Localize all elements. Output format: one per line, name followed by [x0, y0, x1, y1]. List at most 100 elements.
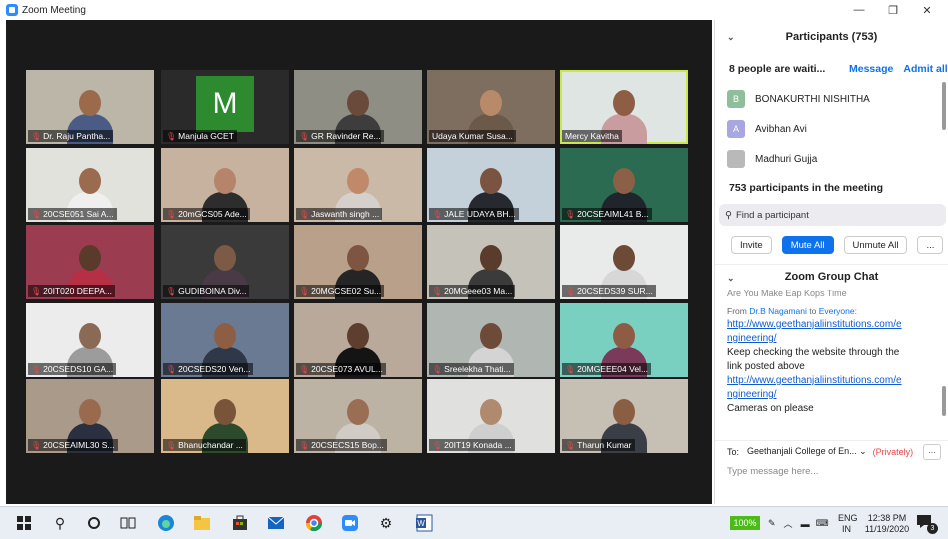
video-tile[interactable]: 🎙︎ 20CSEAIML30 S... — [26, 379, 154, 453]
windows-icon[interactable] — [14, 513, 34, 533]
taskbar: ⚲ ⚙ W 100% ✎ ︿ ▬ ⌨ ENG IN 12:38 PM 11/19… — [0, 506, 948, 539]
more-options-button[interactable]: ... — [917, 236, 944, 254]
participant-name: 20MGCSE02 Su... — [311, 286, 382, 296]
muted-mic-icon: 🎙︎ — [299, 209, 310, 219]
video-tile[interactable]: 🎙︎ 20mGCS05 Ade... — [161, 148, 289, 222]
video-tile[interactable]: 🎙︎ 20CSE073 AVUL... — [294, 303, 422, 377]
recipient-select[interactable]: Geethanjali College of En... ⌄ — [747, 446, 867, 457]
video-tile[interactable]: M 🎙︎ Manjula GCET — [161, 70, 289, 144]
video-tile[interactable]: 🎙︎ 20MGEEE04 Vel... — [560, 303, 688, 377]
pen-icon[interactable]: ✎ — [768, 518, 776, 529]
video-tile[interactable]: 🎙︎ 20MGeee03 Ma... — [427, 225, 555, 299]
minimize-button[interactable]: — — [842, 0, 876, 20]
participant-name: 20CSE051 Sai A... — [43, 209, 114, 219]
task-view-icon[interactable] — [118, 513, 138, 533]
video-tile[interactable]: 🎙︎ 20CSEDS10 GA... — [26, 303, 154, 377]
keyboard-icon[interactable]: ⌨ — [816, 518, 829, 529]
video-tile[interactable]: 🎙︎ 20CSE051 Sai A... — [26, 148, 154, 222]
file-explorer-icon[interactable] — [192, 513, 212, 533]
unmute-all-button[interactable]: Unmute All — [843, 236, 908, 254]
chevron-down-icon[interactable]: ⌄ — [727, 273, 735, 284]
participant-name-label: 🎙︎ JALE UDAYA BH... — [429, 208, 519, 220]
language-indicator[interactable]: ENG IN — [838, 507, 858, 539]
muted-mic-icon: 🎙︎ — [565, 440, 576, 450]
chat-more-button[interactable]: ··· — [923, 444, 941, 460]
video-tile[interactable]: 🎙︎ 20CSEAIML41 B... — [560, 148, 688, 222]
video-tile[interactable]: 🎙︎ Jaswanth singh ... — [294, 148, 422, 222]
video-tile[interactable]: 🎙︎ Tharun Kumar — [560, 379, 688, 453]
invite-button[interactable]: Invite — [731, 236, 772, 254]
video-tile[interactable]: 🎙︎ GR Ravinder Re... — [294, 70, 422, 144]
participant-name-label: 🎙︎ GR Ravinder Re... — [296, 130, 384, 142]
word-icon[interactable]: W — [414, 513, 434, 533]
chat-recipient[interactable]: Everyone — [819, 306, 855, 316]
video-tile[interactable]: 🎙︎ 20IT020 DEEPA... — [26, 225, 154, 299]
notification-center-icon[interactable]: 3 — [916, 514, 938, 534]
mail-icon[interactable] — [266, 513, 286, 533]
video-tile[interactable]: 🎙︎ GUDIBOINA Div... — [161, 225, 289, 299]
waiting-list: B BONAKURTHI NISHITHA A Avibhan Avi Madhuri … — [715, 84, 948, 174]
video-tile[interactable]: Udaya Kumar Susa... — [427, 70, 555, 144]
edge-icon[interactable] — [156, 513, 176, 533]
restore-button[interactable]: ❐ — [876, 0, 910, 20]
video-tile[interactable]: 🎙︎ 20CSEDS39 SUR... — [560, 225, 688, 299]
chat-recipient-bar: To: Geethanjali College of En... ⌄ (Priv… — [715, 440, 948, 462]
video-tile[interactable]: 🎙︎ JALE UDAYA BH... — [427, 148, 555, 222]
store-icon[interactable] — [230, 513, 250, 533]
participant-name: 20MGEEE04 Vel... — [577, 364, 649, 374]
waiting-participant-row[interactable]: B BONAKURTHI NISHITHA — [715, 84, 948, 114]
participant-count: 753 participants in the meeting — [729, 182, 884, 194]
chat-link-1a[interactable]: http://www.geethanjaliinstitutions.com/e — [727, 318, 934, 332]
video-tile[interactable]: 🎙︎ Bhanuchandar ... — [161, 379, 289, 453]
participants-title: Participants (753) — [785, 31, 878, 43]
chat-message-input[interactable]: Type message here... — [727, 466, 818, 477]
clock-date: 11/19/2020 — [864, 523, 910, 534]
settings-icon[interactable]: ⚙ — [376, 513, 396, 533]
privately-label: (Privately) — [872, 446, 914, 457]
waiting-participant-row[interactable]: A Avibhan Avi — [715, 114, 948, 144]
muted-mic-icon: 🎙︎ — [565, 286, 576, 296]
chrome-icon[interactable] — [304, 513, 324, 533]
clock[interactable]: 12:38 PM 11/19/2020 — [862, 507, 912, 539]
waiting-participant-row[interactable]: Madhuri Gujja — [715, 144, 948, 174]
zoom-icon[interactable] — [340, 513, 360, 533]
close-button[interactable]: ✕ — [910, 0, 944, 20]
chevron-up-icon[interactable]: ︿ — [784, 517, 793, 530]
participant-name: Bhanuchandar ... — [178, 440, 243, 450]
chat-link-2b[interactable]: ngineering/ — [727, 388, 934, 402]
video-tile[interactable]: 🎙︎ Dr. Raju Panthа... — [26, 70, 154, 144]
participant-search-input[interactable]: ⚲ Find a participant — [719, 204, 946, 226]
language-code: ENG — [838, 512, 858, 523]
video-tile[interactable]: 🎙︎ 20IT19 Konada ... — [427, 379, 555, 453]
participant-name: GUDIBOINA Div... — [178, 286, 247, 296]
admit-all-link[interactable]: Admit all — [903, 63, 947, 75]
battery-indicator[interactable]: 100% — [730, 516, 760, 530]
chat-sender[interactable]: Dr.B Nagamani — [749, 306, 807, 316]
side-panel: ⌄ Participants (753) 8 people are waiti.… — [714, 20, 948, 504]
cortana-icon[interactable] — [84, 513, 104, 533]
participant-name-label: 🎙︎ 20CSEAIML30 S... — [28, 439, 118, 451]
network-icon[interactable]: ▬ — [801, 519, 810, 529]
participant-name-label: 🎙︎ Bhanuchandar ... — [163, 439, 246, 451]
message-link[interactable]: Message — [849, 63, 893, 75]
chat-link-1b[interactable]: ngineering/ — [727, 332, 934, 346]
video-tile[interactable]: 🎙︎ 20CSEDS20 Ven... — [161, 303, 289, 377]
participant-name-label: Udaya Kumar Susa... — [429, 130, 516, 142]
participants-scrollbar[interactable] — [942, 82, 946, 130]
zoom-window: Zoom Meeting — ❐ ✕ 🎙︎ Dr. Raju Panthа... M… — [0, 0, 948, 539]
participant-name: Sreelekha Thati... — [444, 364, 511, 374]
chat-scrollbar[interactable] — [942, 290, 946, 418]
video-tile[interactable]: 🎙︎ 20MGCSE02 Su... — [294, 225, 422, 299]
search-icon[interactable]: ⚲ — [50, 513, 70, 533]
chat-link-2a[interactable]: http://www.geethanjaliinstitutions.com/e — [727, 374, 934, 388]
video-tile[interactable]: 🎙︎ 20CSECS15 Bop... — [294, 379, 422, 453]
participant-name: 20CSEDS10 GA... — [43, 364, 114, 374]
video-tile[interactable]: 🎙︎ Sreelekha Thati... — [427, 303, 555, 377]
participant-name-label: 🎙︎ Sreelekha Thati... — [429, 363, 514, 375]
svg-text:W: W — [417, 519, 425, 528]
muted-mic-icon: 🎙︎ — [299, 440, 310, 450]
chevron-down-icon[interactable]: ⌄ — [727, 32, 735, 43]
mute-all-button[interactable]: Mute All — [781, 236, 834, 254]
participant-name-label: 🎙︎ 20CSEAIML41 B... — [562, 208, 652, 220]
video-tile[interactable]: Mercy Kavitha — [560, 70, 688, 144]
